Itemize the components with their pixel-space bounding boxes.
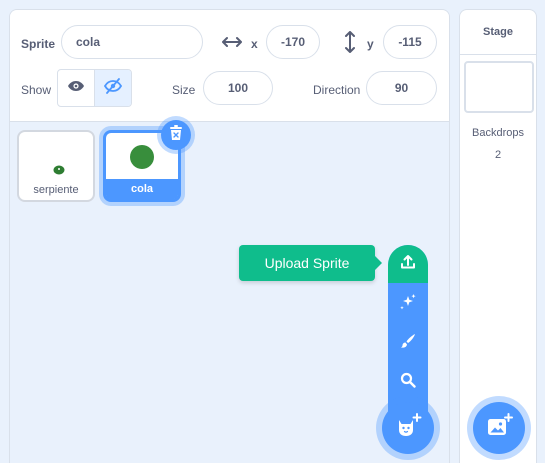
y-arrows-icon xyxy=(343,31,357,58)
backdrops-label: Backdrops xyxy=(472,127,524,139)
upload-sprite-button[interactable] xyxy=(388,245,428,283)
show-hidden-button[interactable] xyxy=(94,70,131,106)
trash-icon xyxy=(169,124,183,146)
sprite-label: Sprite xyxy=(21,37,56,51)
stage-thumbnail[interactable] xyxy=(464,61,534,113)
x-label: x xyxy=(251,37,258,51)
delete-sprite-button[interactable] xyxy=(161,120,191,150)
choose-backdrop-button[interactable] xyxy=(473,402,525,454)
stage-title: Stage xyxy=(460,10,536,55)
sprite-tile-cola[interactable]: cola xyxy=(103,120,191,202)
search-sprite-button[interactable] xyxy=(388,363,428,401)
cat-plus-icon xyxy=(394,412,422,445)
backdrops-count: 2 xyxy=(494,149,502,161)
x-arrows-icon xyxy=(222,35,242,54)
sprite-tile-serpiente[interactable]: serpiente xyxy=(17,130,95,202)
sprite-name-input[interactable]: cola xyxy=(61,25,203,59)
show-label: Show xyxy=(21,83,52,97)
surprise-icon xyxy=(399,293,417,316)
eye-slash-icon xyxy=(103,77,123,99)
size-input[interactable]: 100 xyxy=(203,71,273,105)
search-icon xyxy=(400,372,416,393)
sprite-tile-label: serpiente xyxy=(33,184,79,196)
direction-input[interactable]: 90 xyxy=(366,71,437,105)
show-visible-button[interactable] xyxy=(58,70,94,106)
paint-icon xyxy=(400,333,416,354)
sprite-info-panel: Sprite cola x -170 y -115 Show Size 100 … xyxy=(10,10,449,122)
paint-sprite-button[interactable] xyxy=(388,324,428,362)
stage-pane: Stage Backdrops 2 xyxy=(459,9,537,463)
upload-sprite-tooltip: Upload Sprite xyxy=(239,245,382,281)
choose-sprite-button[interactable] xyxy=(382,402,434,454)
y-label: y xyxy=(367,37,374,51)
add-sprite-menu xyxy=(388,245,428,423)
sprite-tile-label: cola xyxy=(106,179,178,199)
eye-icon xyxy=(67,79,85,97)
image-plus-icon xyxy=(485,412,513,445)
sprite-thumbnail xyxy=(129,144,155,175)
x-input[interactable]: -170 xyxy=(266,25,320,59)
direction-label: Direction xyxy=(313,83,361,97)
y-input[interactable]: -115 xyxy=(383,25,437,59)
show-toggle-group xyxy=(57,69,132,107)
size-label: Size xyxy=(172,83,196,97)
sprite-thumbnail xyxy=(53,162,65,180)
sprite-pane: Sprite cola x -170 y -115 Show Size 100 … xyxy=(9,9,450,463)
surprise-sprite-button[interactable] xyxy=(388,285,428,323)
upload-icon xyxy=(400,254,416,275)
